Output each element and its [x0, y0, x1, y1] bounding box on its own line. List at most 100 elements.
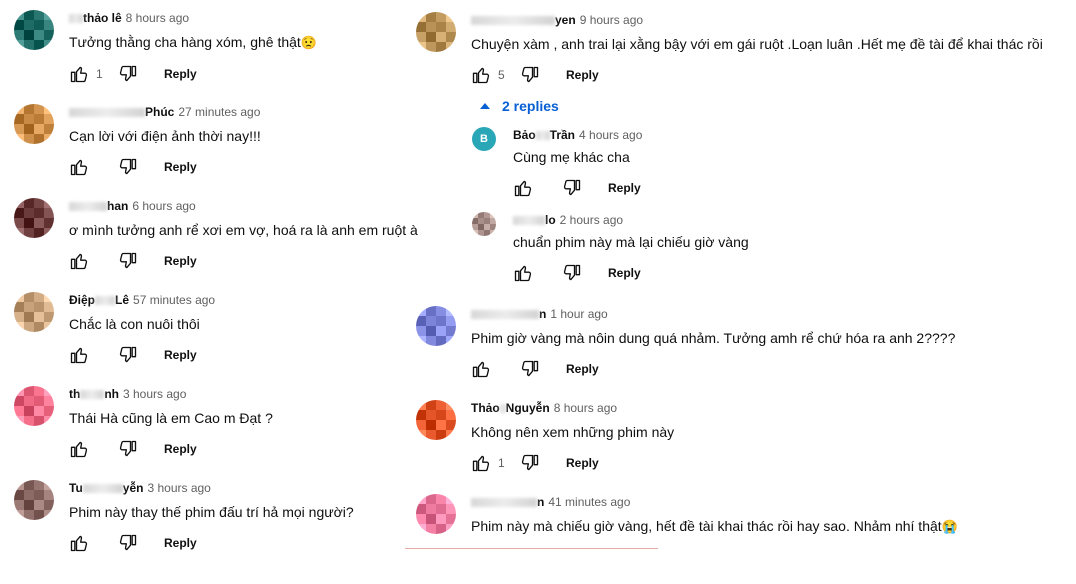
comment-text: Thái Hà cũng là em Cao m Đạt ?	[69, 410, 273, 426]
like-icon[interactable]	[69, 157, 89, 177]
comment-time[interactable]: 3 hours ago	[123, 386, 186, 402]
comment-author[interactable]: Điệp Lê	[69, 292, 129, 308]
dislike-icon[interactable]	[520, 453, 540, 473]
avatar[interactable]	[416, 494, 456, 534]
comment: th nh 3 hours ago Thái Hà cũng là em Cao m…	[14, 386, 273, 461]
comment-text: chuẩn phim này mà lại chiếu giờ vàng	[513, 234, 749, 250]
comment: Thảo Nguyễn 8 hours ago Không nên xem nhữn…	[416, 400, 674, 475]
comment-time[interactable]: 8 hours ago	[554, 400, 617, 416]
comment-text: Chuyện xàm , anh trai lại xằng bậy với e…	[471, 36, 1043, 52]
comment-text: Phim giờ vàng mà nôin dung quá nhảm. Tưở…	[471, 330, 956, 346]
like-icon[interactable]	[69, 533, 89, 553]
comment: n 41 minutes ago Phim này mà chiếu giờ và…	[416, 494, 958, 537]
comment-time[interactable]: 4 hours ago	[579, 127, 642, 143]
comment-text: Chắc là con nuôi thôi	[69, 316, 200, 332]
comment-author[interactable]: th nh	[69, 386, 119, 402]
comment-author[interactable]: Thảo Nguyễn	[471, 400, 550, 416]
like-icon[interactable]	[69, 439, 89, 459]
comment-text: Cạn lời với điện ảnh thời nay!!!	[69, 128, 261, 144]
like-icon[interactable]	[513, 263, 533, 283]
reply-button[interactable]: Reply	[164, 536, 197, 550]
dislike-icon[interactable]	[118, 439, 138, 459]
comment-author[interactable]: n	[471, 494, 544, 510]
like-icon[interactable]	[513, 178, 533, 198]
reply-button[interactable]: Reply	[608, 181, 641, 195]
reply-button[interactable]: Reply	[164, 442, 197, 456]
avatar[interactable]	[14, 292, 54, 332]
dislike-icon[interactable]	[118, 64, 138, 84]
comment-time[interactable]: 1 hour ago	[550, 306, 607, 322]
comment-time[interactable]: 6 hours ago	[132, 198, 195, 214]
worried-emoji: 😟	[300, 35, 318, 50]
dislike-icon[interactable]	[118, 533, 138, 553]
dislike-icon[interactable]	[562, 263, 582, 283]
comment-time[interactable]: 57 minutes ago	[133, 292, 215, 308]
comment-time[interactable]: 2 hours ago	[560, 212, 623, 228]
comment-author[interactable]: han	[69, 198, 128, 214]
like-icon[interactable]	[471, 453, 491, 473]
comment-time[interactable]: 27 minutes ago	[178, 104, 260, 120]
comment-author[interactable]: n	[471, 306, 546, 322]
divider-line	[405, 548, 658, 549]
dislike-icon[interactable]	[118, 157, 138, 177]
dislike-icon[interactable]	[118, 345, 138, 365]
caret-up-icon	[480, 103, 490, 109]
like-icon[interactable]	[69, 251, 89, 271]
comment-time[interactable]: 41 minutes ago	[548, 494, 630, 510]
comment: Phúc 27 minutes ago Cạn lời với điện ảnh …	[14, 104, 261, 179]
comment-author[interactable]: Tu yễn	[69, 480, 143, 496]
like-icon[interactable]	[471, 359, 491, 379]
comment: n1 hour ago Phim giờ vàng mà nôin dung q…	[416, 306, 955, 381]
comment-author[interactable]: Bảo Trần	[513, 127, 575, 143]
comment-author[interactable]: thảo lê	[69, 10, 122, 26]
comment: han 6 hours ago ơ mình tưởng anh rể xơi e…	[14, 198, 418, 273]
reply-comment: lo 2 hours ago chuẩn phim này mà lại chiế…	[472, 212, 749, 285]
reply-button[interactable]: Reply	[164, 67, 197, 81]
like-icon[interactable]	[69, 345, 89, 365]
crying-emoji: 😭	[941, 519, 958, 534]
reply-button[interactable]: Reply	[566, 68, 599, 82]
avatar[interactable]	[416, 400, 456, 440]
comment-author[interactable]: Phúc	[69, 104, 174, 120]
avatar[interactable]	[416, 306, 456, 346]
comment-author[interactable]: lo	[513, 212, 556, 228]
like-count: 5	[498, 68, 505, 82]
reply-button[interactable]: Reply	[566, 362, 599, 376]
comment-text: Tưởng thằng cha hàng xóm, ghê thật😟	[69, 34, 318, 50]
like-icon[interactable]	[471, 65, 491, 85]
comment-text: Phim này thay thế phim đấu trí hả mọi ng…	[69, 504, 354, 520]
dislike-icon[interactable]	[520, 359, 540, 379]
comment: yen 9 hours ago Chuyện xàm , anh trai lại…	[416, 12, 1043, 87]
comment-time[interactable]: 3 hours ago	[147, 480, 210, 496]
replies-toggle-label: 2 replies	[502, 98, 559, 114]
avatar[interactable]	[14, 198, 54, 238]
avatar[interactable]	[14, 104, 54, 144]
comment-text: Phim này mà chiếu giờ vàng, hết đề tài k…	[471, 518, 958, 534]
avatar[interactable]: B	[472, 127, 496, 151]
like-count: 1	[96, 67, 103, 81]
dislike-icon[interactable]	[562, 178, 582, 198]
comment-text: Không nên xem những phim này	[471, 424, 675, 440]
reply-button[interactable]: Reply	[164, 254, 197, 268]
comment-time[interactable]: 8 hours ago	[126, 10, 189, 26]
like-icon[interactable]	[69, 64, 89, 84]
reply-button[interactable]: Reply	[608, 266, 641, 280]
avatar[interactable]	[472, 212, 496, 236]
avatar[interactable]	[14, 10, 54, 50]
reply-button[interactable]: Reply	[566, 456, 599, 470]
comment: Tu yễn 3 hours ago Phim này thay thế phim …	[14, 480, 354, 555]
dislike-icon[interactable]	[118, 251, 138, 271]
avatar[interactable]	[416, 12, 456, 52]
reply-button[interactable]: Reply	[164, 160, 197, 174]
comment-author[interactable]: yen	[471, 12, 576, 28]
comment-time[interactable]: 9 hours ago	[580, 12, 643, 28]
comment: Điệp Lê 57 minutes ago Chắc là con nuôi th…	[14, 292, 215, 367]
reply-comment: B Bảo Trần 4 hours ago Cùng mẹ khác cha Re…	[472, 127, 642, 200]
avatar[interactable]	[14, 386, 54, 426]
replies-toggle-button[interactable]: 2 replies	[480, 98, 559, 114]
reply-button[interactable]: Reply	[164, 348, 197, 362]
avatar[interactable]	[14, 480, 54, 520]
like-count: 1	[498, 456, 505, 470]
dislike-icon[interactable]	[520, 65, 540, 85]
comment-text: Cùng mẹ khác cha	[513, 149, 630, 165]
